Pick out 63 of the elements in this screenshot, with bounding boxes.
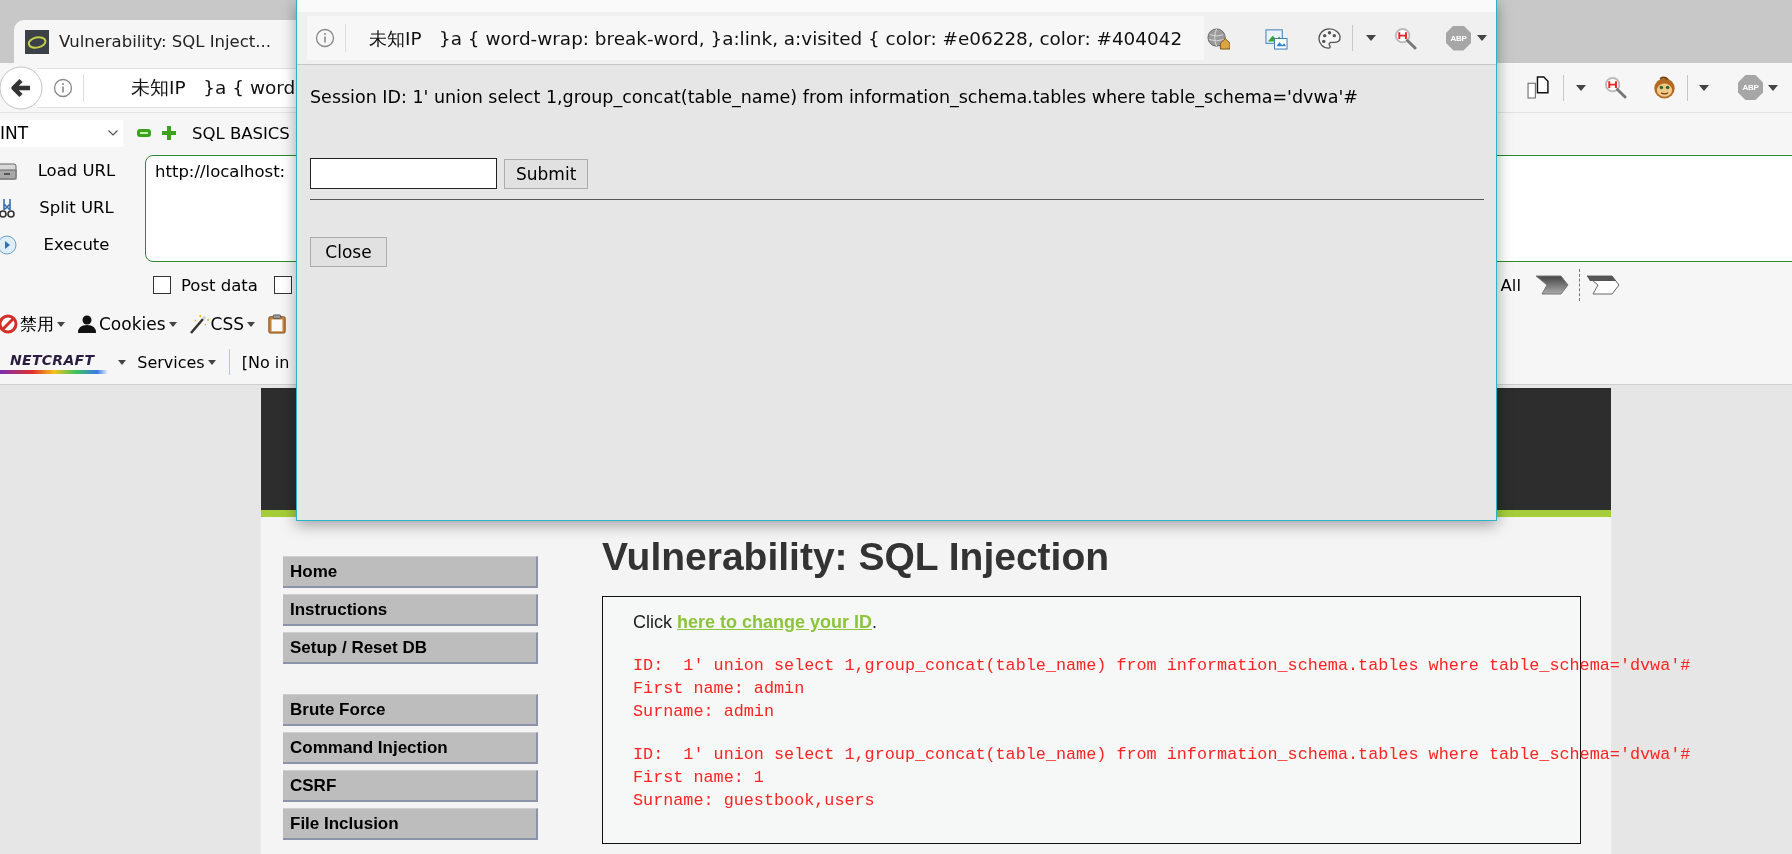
caret-icon[interactable] (247, 321, 255, 327)
checkbox[interactable] (274, 276, 292, 294)
info-icon[interactable] (315, 28, 335, 48)
first-name-text: First name: 1 (633, 767, 764, 790)
menu-item[interactable]: Command Injection (283, 732, 538, 764)
monkey-face-icon[interactable] (1653, 76, 1676, 99)
magnifier-icon[interactable] (1394, 26, 1417, 50)
site-logo-icon (25, 29, 49, 54)
close-button[interactable]: Close (310, 237, 387, 267)
person-icon (77, 314, 97, 334)
session-id-input[interactable] (310, 158, 497, 189)
magic-wand-icon (188, 314, 209, 334)
toolbar-menu[interactable]: Cookies (99, 314, 166, 334)
surname-text: Surname: guestbook,users (633, 790, 875, 812)
surname-text: Surname: admin (633, 700, 774, 723)
caret-icon[interactable] (207, 359, 216, 365)
caret-icon[interactable] (1366, 35, 1376, 41)
toolbar-menu[interactable]: CSS (210, 314, 244, 334)
magnifier-icon[interactable] (1604, 76, 1627, 99)
back-arrow-icon[interactable] (0, 65, 43, 110)
page-title: Vulnerability: SQL Injection (602, 537, 1111, 577)
caret-icon[interactable] (1477, 35, 1487, 41)
first-name-text: First name: admin (633, 677, 805, 700)
toolbar-menu[interactable]: 禁用 (20, 312, 54, 336)
menu-item[interactable]: CSRF (283, 770, 538, 802)
arrow-icon[interactable] (1586, 275, 1620, 295)
caret-icon[interactable] (1768, 84, 1778, 91)
checkbox-label: Post data (181, 275, 259, 295)
minus-icon[interactable] (137, 129, 151, 137)
address-field[interactable]: 未知IP }a { word-wrap: break-word, }a:link, a:visited { color: #e06228, color: #404042 (307, 16, 1204, 60)
caret-icon[interactable] (1576, 84, 1586, 91)
menu-item[interactable]: Brute Force (283, 694, 538, 726)
play-icon (0, 234, 17, 255)
checkbox[interactable] (153, 276, 171, 294)
submit-button[interactable]: Submit (504, 158, 589, 189)
menu-item[interactable]: Home (283, 556, 538, 588)
caret-icon[interactable] (1699, 84, 1709, 91)
info-icon[interactable] (53, 77, 73, 98)
caret-icon[interactable] (118, 359, 127, 365)
image-icon[interactable] (1265, 26, 1288, 50)
scissors-icon (0, 197, 17, 218)
clipboard-icon (267, 314, 287, 334)
instruction-text: Click here to change your ID. (633, 611, 879, 634)
documents-icon[interactable] (1527, 76, 1550, 99)
action-button[interactable]: Execute (23, 235, 130, 254)
action-button[interactable]: Load URL (23, 161, 130, 180)
chevron-icon (108, 130, 118, 136)
globe-house-icon[interactable] (1207, 26, 1230, 50)
session-id-text: Session ID: 1' union select 1,group_concat(table_name) from information_schema.tables where table_schema='dvwa'# (310, 87, 1359, 107)
sql-basics-menu[interactable]: SQL BASICS (192, 123, 290, 143)
caret-icon[interactable] (57, 321, 65, 327)
caret-icon[interactable] (168, 321, 177, 327)
mode-select[interactable]: INT (0, 119, 123, 147)
menu-item[interactable]: File Inclusion (283, 808, 538, 840)
site-info-text: [No in (241, 352, 290, 372)
menu-item[interactable]: Setup / Reset DB (283, 632, 538, 664)
palette-icon[interactable] (1318, 26, 1341, 50)
action-button[interactable]: Split URL (23, 198, 130, 217)
services-menu[interactable]: Services (137, 352, 205, 372)
toolbar-label: All (1500, 275, 1521, 295)
arrow-icon[interactable] (1535, 275, 1569, 295)
plus-icon[interactable] (162, 126, 176, 140)
menu-item[interactable]: Instructions (283, 594, 538, 626)
